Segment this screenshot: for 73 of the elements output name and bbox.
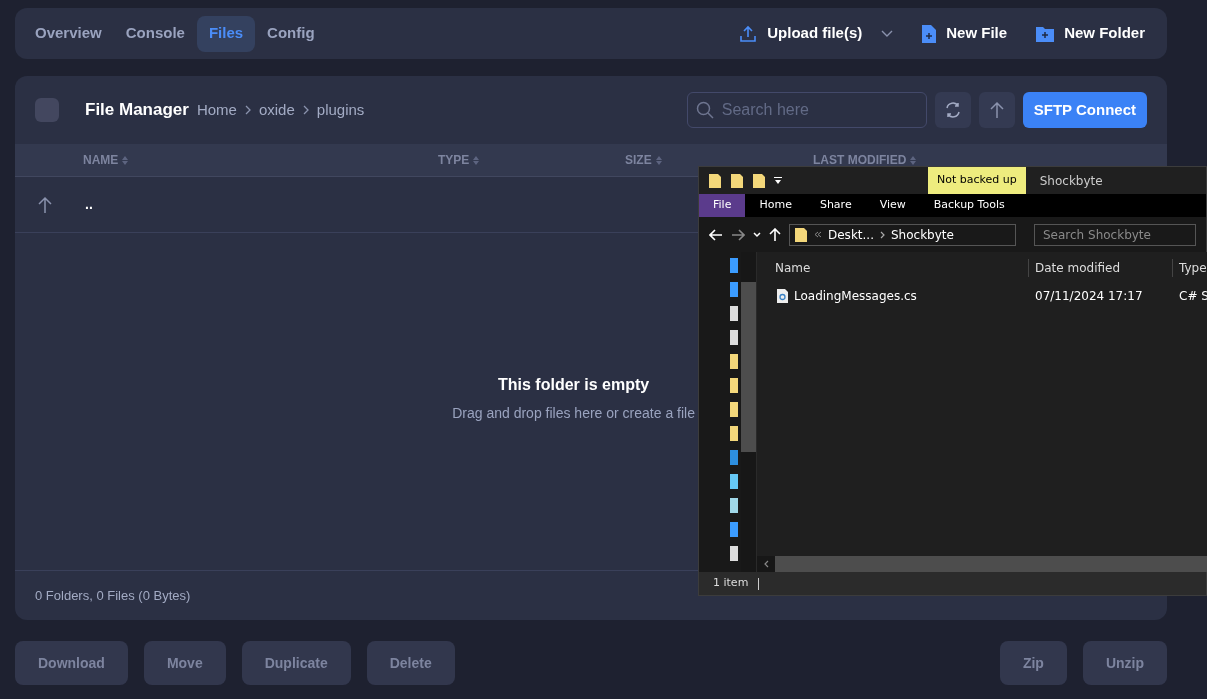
ribbon-tab[interactable]: Home <box>745 194 806 217</box>
path-label: Deskt... <box>828 226 874 244</box>
sort-icon <box>473 155 480 165</box>
folder-icon <box>752 172 766 189</box>
breadcrumb-link[interactable]: Home <box>196 98 237 122</box>
nav-tab[interactable]: Config <box>255 15 327 52</box>
ribbon-tab[interactable]: File <box>699 194 746 217</box>
folder-icon <box>708 172 722 189</box>
bulk-action-button[interactable]: Download <box>15 641 128 685</box>
column-header: Name <box>757 259 1029 277</box>
search-field[interactable]: Search here <box>686 92 927 128</box>
column-header: LAST MODIFIED <box>813 152 907 169</box>
empty-state-title: This folder is empty <box>498 375 650 395</box>
file-date: 07/11/2024 17:17 <box>1034 288 1144 305</box>
toolbar-button[interactable]: New Folder <box>1021 15 1159 52</box>
file-plus-icon <box>921 23 938 44</box>
arrow-up-icon <box>769 227 781 242</box>
bulk-action-button[interactable]: Move <box>143 641 226 685</box>
column-header: NAME <box>83 152 119 169</box>
parent-directory-entry: .. <box>85 195 93 214</box>
window-title: Shockbyte <box>1039 172 1103 190</box>
file-name: LoadingMessages.cs <box>794 288 917 305</box>
chevron-right-icon <box>880 230 885 239</box>
ribbon-tab[interactable]: Backup Tools <box>919 194 1019 217</box>
bulk-action-button[interactable]: Unzip <box>1082 641 1167 685</box>
toolbar-button[interactable]: Upload file(s) <box>724 15 908 52</box>
column-header: TYPE <box>438 152 470 169</box>
folder-plus-icon <box>1035 24 1056 43</box>
forward-icon <box>731 228 745 241</box>
customize-toolbar-icon <box>774 176 782 185</box>
empty-state-hint: Drag and drop files here or create a file <box>452 404 695 423</box>
search-icon <box>695 101 714 119</box>
folder-summary: 0 Folders, 0 Files (0 Bytes) <box>35 586 191 605</box>
arrow-up-icon <box>989 101 1004 119</box>
bulk-action-button[interactable]: Delete <box>366 641 455 685</box>
column-header: Date modified <box>1029 259 1173 277</box>
sftp-connect-button[interactable]: SFTP Connect <box>1022 92 1147 128</box>
context-tab-badge: Not backed up <box>928 167 1026 194</box>
code-file-icon <box>777 289 788 303</box>
status-text: 1 item <box>713 575 749 592</box>
parent-folder-button[interactable] <box>978 92 1015 128</box>
breadcrumb-link[interactable]: plugins <box>316 98 365 122</box>
nav-tab[interactable]: Console <box>113 15 197 52</box>
ribbon-tab[interactable]: Share <box>805 194 866 217</box>
toolbar-button[interactable]: New File <box>907 15 1022 52</box>
back-icon <box>709 228 723 241</box>
sort-icon <box>655 155 662 165</box>
scroll-left-icon <box>763 560 769 568</box>
column-header: Type <box>1178 260 1207 277</box>
refresh-icon <box>943 101 962 119</box>
bulk-action-button[interactable]: Duplicate <box>241 641 351 685</box>
breadcrumb-link[interactable]: oxide <box>258 98 295 122</box>
sort-icon <box>910 155 917 165</box>
caret-icon <box>753 231 761 238</box>
chevron-right-icon <box>244 105 251 115</box>
double-chevron-left-icon <box>814 231 822 238</box>
column-header: SIZE <box>625 152 652 169</box>
select-all-checkbox[interactable] <box>35 98 59 122</box>
folder-icon <box>794 226 808 243</box>
address-bar[interactable]: Deskt... Shockbyte <box>789 223 1016 246</box>
search-field[interactable]: Search Shockbyte <box>1034 223 1196 246</box>
chevron-down-icon <box>881 29 894 38</box>
ribbon-tab[interactable]: View <box>865 194 920 217</box>
sort-icon <box>122 155 129 165</box>
bulk-action-button[interactable]: Zip <box>999 641 1067 685</box>
path-label: Shockbyte <box>891 226 954 244</box>
chevron-right-icon <box>302 105 309 115</box>
refresh-button[interactable] <box>934 92 971 128</box>
nav-tab[interactable]: Files <box>196 15 256 52</box>
upload-icon <box>738 23 759 44</box>
panel-title: File Manager <box>85 99 189 122</box>
arrow-up-icon <box>38 195 52 214</box>
nav-tab[interactable]: Overview <box>23 15 114 52</box>
